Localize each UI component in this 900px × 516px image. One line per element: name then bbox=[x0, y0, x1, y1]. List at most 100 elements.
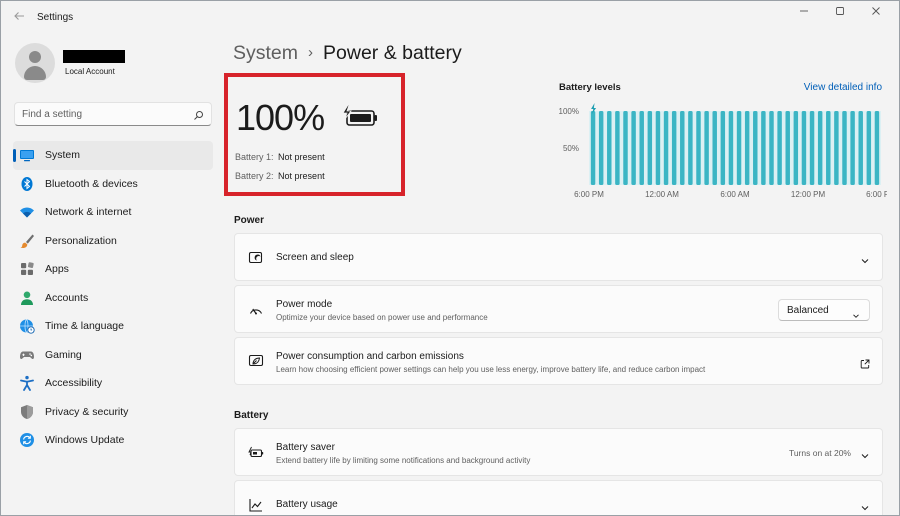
battery-bar bbox=[826, 111, 831, 185]
battery-bar bbox=[655, 111, 661, 185]
power-consumption-card[interactable]: Power consumption and carbon emissions L… bbox=[234, 337, 883, 385]
battery-saver-status: Turns on at 20% bbox=[788, 448, 851, 458]
x-tick-label: 6:00 PM bbox=[866, 190, 887, 199]
battery-saver-description: Extend battery life by limiting some not… bbox=[276, 456, 531, 465]
chevron-down-icon bbox=[852, 307, 860, 318]
settings-window: Settings Local Account System bbox=[0, 0, 900, 516]
sidebar-item-label: Personalization bbox=[45, 234, 117, 247]
screen-sleep-title: Screen and sleep bbox=[276, 252, 354, 263]
update-icon bbox=[19, 432, 35, 448]
battery-bar bbox=[680, 111, 685, 185]
sidebar-item-accessibility[interactable]: Accessibility bbox=[13, 369, 213, 398]
power-consumption-title: Power consumption and carbon emissions bbox=[276, 351, 464, 362]
sidebar-item-label: Privacy & security bbox=[45, 405, 129, 418]
sidebar-item-bluetooth[interactable]: Bluetooth & devices bbox=[13, 170, 213, 199]
x-tick-label: 6:00 PM bbox=[574, 190, 604, 199]
sidebar-item-label: Windows Update bbox=[45, 434, 125, 447]
battery-bar bbox=[720, 111, 726, 185]
power-mode-card: Power mode Optimize your device based on… bbox=[234, 285, 883, 333]
breadcrumb-separator: › bbox=[308, 44, 314, 61]
battery-bar bbox=[623, 111, 628, 185]
sidebar-item-windows-update[interactable]: Windows Update bbox=[13, 426, 213, 455]
screen-sleep-card[interactable]: Screen and sleep bbox=[234, 233, 883, 281]
sidebar-item-label: Apps bbox=[45, 263, 69, 276]
sidebar-item-label: Accessibility bbox=[45, 377, 103, 390]
battery-bar bbox=[631, 111, 636, 185]
sidebar-item-apps[interactable]: Apps bbox=[13, 255, 213, 284]
maximize-button[interactable] bbox=[825, 5, 855, 21]
x-tick-label: 12:00 PM bbox=[791, 190, 826, 199]
battery-bar bbox=[671, 111, 677, 185]
chevron-down-icon[interactable] bbox=[860, 448, 870, 459]
sidebar-item-system[interactable]: System bbox=[13, 141, 213, 170]
power-consumption-description: Learn how choosing efficient power setti… bbox=[276, 365, 706, 374]
apps-icon bbox=[19, 261, 35, 277]
battery-bar bbox=[817, 111, 823, 185]
search-box[interactable] bbox=[14, 102, 212, 126]
battery-saver-card[interactable]: Battery saver Extend battery life by lim… bbox=[234, 428, 883, 476]
battery-bar bbox=[688, 111, 693, 185]
breadcrumb-parent[interactable]: System bbox=[233, 42, 298, 64]
power-mode-title: Power mode bbox=[276, 299, 333, 310]
sidebar-item-label: System bbox=[45, 149, 81, 162]
sidebar-item-label: Time & language bbox=[45, 320, 124, 333]
close-button[interactable] bbox=[861, 5, 891, 21]
search-icon[interactable] bbox=[193, 108, 204, 120]
battery-bar bbox=[607, 111, 612, 185]
battery-1-row: Battery 1: Not present bbox=[235, 152, 325, 162]
x-tick-label: 12:00 AM bbox=[645, 190, 679, 199]
chevron-down-icon[interactable] bbox=[860, 253, 870, 264]
power-mode-dropdown[interactable]: Balanced bbox=[778, 299, 870, 321]
page-title: Power & battery bbox=[323, 42, 462, 64]
sidebar-item-privacy[interactable]: Privacy & security bbox=[13, 398, 213, 427]
person-icon bbox=[19, 290, 35, 306]
sidebar-item-gaming[interactable]: Gaming bbox=[13, 341, 213, 370]
battery-usage-title: Battery usage bbox=[276, 499, 338, 510]
sidebar-item-time-language[interactable]: Time & language bbox=[13, 312, 213, 341]
battery-bar bbox=[696, 111, 701, 185]
battery-usage-card[interactable]: Battery usage bbox=[234, 480, 883, 515]
battery-status-highlight: 100% Battery 1: Not present Battery 2: N… bbox=[224, 73, 405, 196]
external-link-icon[interactable] bbox=[860, 356, 870, 369]
view-detailed-info-link[interactable]: View detailed info bbox=[804, 82, 882, 93]
battery-charging-icon bbox=[341, 104, 381, 134]
battery-bar bbox=[712, 111, 717, 185]
breadcrumb: System › Power & battery bbox=[233, 42, 462, 65]
power-section-title: Power bbox=[234, 215, 265, 226]
battery-2-row: Battery 2: Not present bbox=[235, 171, 325, 181]
battery-bar bbox=[615, 111, 620, 185]
bluetooth-icon bbox=[19, 176, 35, 192]
battery-percentage: 100% bbox=[236, 97, 325, 138]
battery-bar bbox=[704, 111, 709, 185]
battery-bar bbox=[744, 111, 750, 185]
battery-bar bbox=[850, 111, 855, 185]
chevron-down-icon[interactable] bbox=[860, 500, 870, 511]
battery-bar bbox=[874, 111, 880, 185]
back-arrow-icon[interactable] bbox=[11, 10, 27, 26]
search-input[interactable] bbox=[22, 107, 182, 121]
battery-1-label: Battery 1: bbox=[235, 152, 274, 162]
globe-clock-icon bbox=[19, 318, 35, 334]
battery-bar bbox=[777, 111, 782, 185]
battery-bar bbox=[834, 111, 839, 185]
battery-bar bbox=[809, 111, 815, 185]
battery-bar bbox=[753, 111, 758, 185]
minimize-button[interactable] bbox=[789, 5, 819, 21]
avatar bbox=[15, 43, 55, 83]
sidebar-item-label: Gaming bbox=[45, 348, 82, 361]
sidebar-item-network[interactable]: Network & internet bbox=[13, 198, 213, 227]
y-tick-label: 50% bbox=[563, 144, 579, 153]
sidebar-item-accounts[interactable]: Accounts bbox=[13, 284, 213, 313]
battery-bar bbox=[728, 111, 734, 185]
brush-icon bbox=[19, 233, 35, 249]
battery-bar bbox=[647, 111, 653, 185]
chart-title: Battery levels bbox=[559, 82, 621, 93]
battery-2-label: Battery 2: bbox=[235, 171, 274, 181]
battery-bar bbox=[590, 111, 596, 185]
power-mode-icon bbox=[248, 302, 264, 318]
user-profile[interactable]: Local Account bbox=[15, 43, 215, 87]
leaf-screen-icon bbox=[248, 353, 264, 369]
battery-bar bbox=[761, 111, 766, 185]
battery-saver-icon bbox=[248, 445, 264, 461]
sidebar-item-personalization[interactable]: Personalization bbox=[13, 227, 213, 256]
